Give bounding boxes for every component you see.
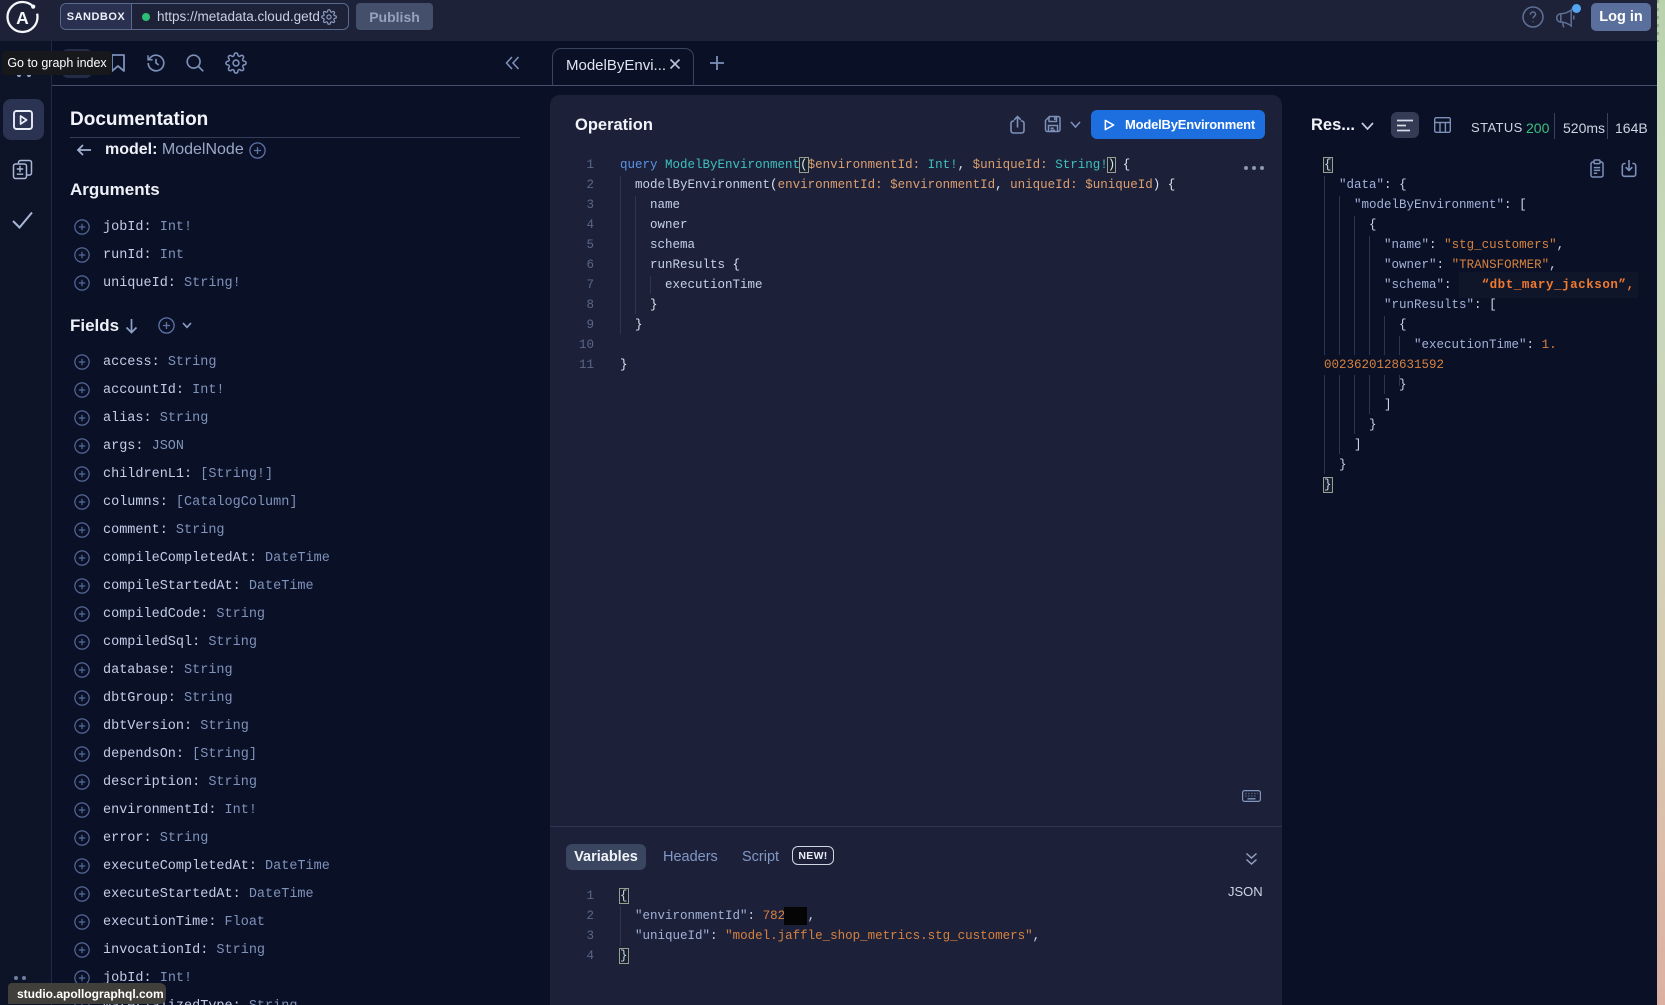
svg-text:A: A	[16, 8, 29, 28]
